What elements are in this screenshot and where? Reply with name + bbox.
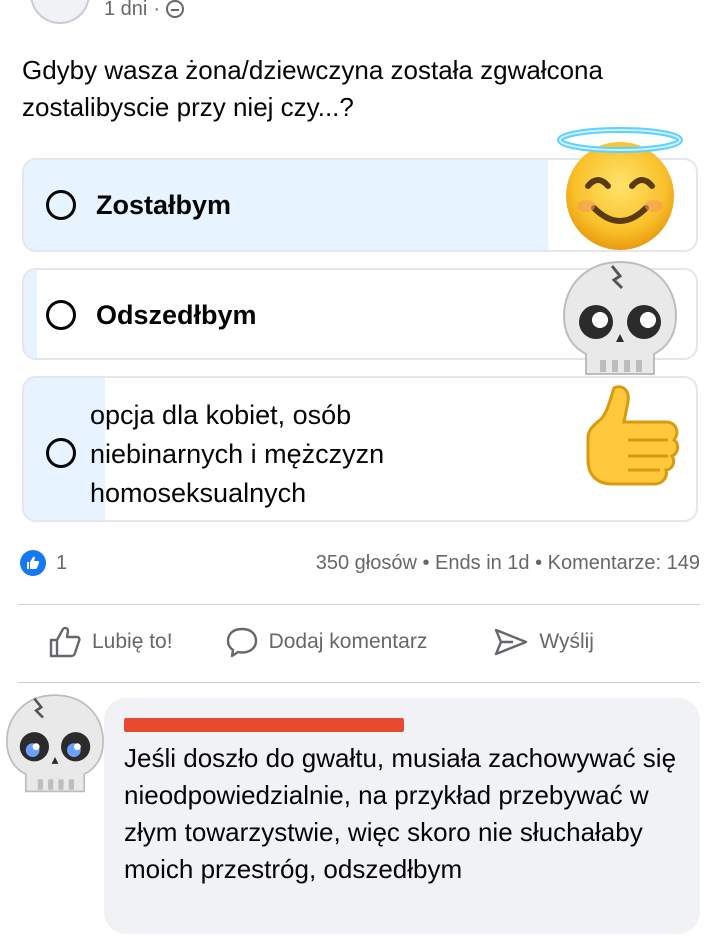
poll-question: Gdyby wasza żona/dziewczyna została zgwa… — [22, 55, 603, 122]
radio-button[interactable] — [46, 190, 76, 220]
skull-emoji — [562, 260, 678, 375]
radio-button[interactable] — [46, 438, 76, 468]
comment-bubble: Jeśli doszło do gwałtu, musiała zachowyw… — [104, 698, 700, 934]
speech-bubble-icon — [226, 627, 257, 658]
meta-separator: · — [153, 0, 161, 20]
comment-text: Jeśli doszło do gwałtu, musiała zachowyw… — [124, 743, 677, 884]
poll-option-label: opcja dla kobiet, osób niebinarnych i mę… — [90, 400, 385, 508]
poll-summary[interactable]: 350 głosów • Ends in 1d • Komentarze: 14… — [316, 552, 700, 575]
poll-option-2-fill — [24, 270, 38, 358]
poll-option-label: Zostałbym — [96, 190, 232, 220]
comment-button-label: Dodaj komentarz — [268, 630, 428, 653]
like-button[interactable]: Lubię to! — [48, 626, 173, 658]
divider — [18, 682, 700, 683]
like-count[interactable]: 1 — [56, 552, 67, 575]
redaction-bar — [124, 718, 404, 732]
smiling-face-with-halo-emoji — [557, 127, 683, 250]
radio-button[interactable] — [46, 300, 76, 330]
comment-button[interactable]: Dodaj komentarz — [225, 626, 428, 658]
post-time[interactable]: 1 dni — [104, 0, 147, 21]
post-meta: 1 dni · — [30, 0, 185, 24]
comment-author[interactable] — [124, 714, 404, 734]
thumbs-up-glyph-icon — [27, 556, 40, 569]
send-button[interactable]: Wyślij — [493, 626, 594, 658]
friends-icon — [166, 0, 185, 18]
skull-emoji — [6, 694, 104, 793]
like-button-label: Lubię to! — [92, 630, 173, 653]
poll-option-label: Odszedłbym — [96, 300, 257, 330]
thumbs-up-outline-icon — [49, 626, 81, 658]
send-arrow-icon — [495, 628, 528, 656]
thumbs-up-emoji — [586, 385, 680, 486]
action-bar: Lubię to! Dodaj komentarz Wyślij — [18, 616, 700, 668]
divider — [18, 604, 700, 605]
send-button-label: Wyślij — [539, 630, 594, 653]
post-stats: 1 350 głosów • Ends in 1d • Komentarze: … — [20, 548, 700, 578]
author-avatar[interactable] — [30, 0, 90, 24]
thumbs-up-icon[interactable] — [20, 550, 46, 576]
